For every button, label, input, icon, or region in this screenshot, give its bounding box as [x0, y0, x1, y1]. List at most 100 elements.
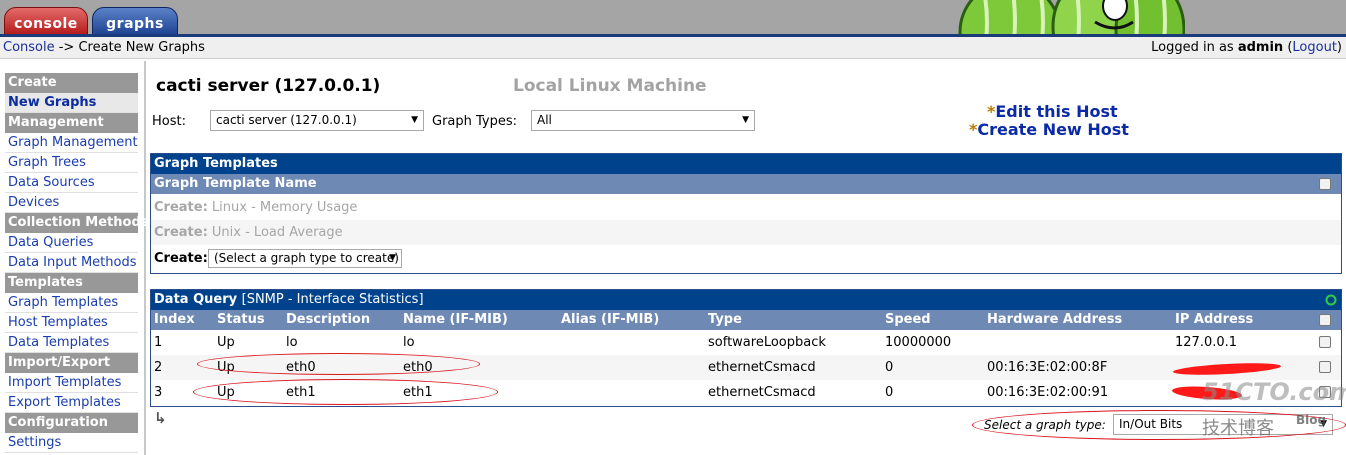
column-header[interactable]: Status: [217, 310, 265, 330]
graph-types-select[interactable]: All ▼: [531, 110, 755, 131]
column-header[interactable]: Description: [286, 310, 370, 330]
table-cell: 0: [885, 360, 894, 375]
table-cell: lo: [286, 335, 298, 350]
select-all-checkbox[interactable]: [1319, 314, 1331, 326]
sidebar: Create New Graphs Management Graph Manageme…: [0, 61, 149, 455]
sidebar-heading: Collection Methods: [5, 213, 149, 233]
table-cell: 0: [885, 385, 894, 400]
host-select[interactable]: cacti server (127.0.0.1) ▼: [210, 110, 424, 131]
table-cell: softwareLoopback: [708, 335, 826, 350]
column-header[interactable]: Alias (IF-MIB): [561, 310, 659, 330]
main-content: cacti server (127.0.0.1) Local Linux Mac…: [150, 61, 1346, 455]
sidebar-item-graph-trees[interactable]: Graph Trees: [5, 153, 138, 173]
graph-templates-table: Graph Templates Graph Template Name Crea…: [150, 153, 1342, 274]
sidebar-item-graph-management[interactable]: Graph Management: [5, 133, 138, 153]
breadcrumb-bar: Console -> Create New Graphs Logged in a…: [0, 37, 1346, 59]
breadcrumb-separator: ->: [54, 40, 79, 55]
host-label: Host:: [152, 114, 186, 129]
column-header[interactable]: Speed: [885, 310, 931, 330]
sidebar-item-settings[interactable]: Settings: [5, 433, 138, 453]
row-checkbox[interactable]: [1319, 361, 1331, 373]
watermark-blog: Blog: [1296, 413, 1327, 427]
host-title: cacti server (127.0.0.1): [156, 76, 381, 96]
column-header[interactable]: Name (IF-MIB): [403, 310, 508, 330]
column-header[interactable]: IP Address: [1175, 310, 1253, 330]
graph-type-create-select[interactable]: (Select a graph type to create) ▼: [208, 249, 402, 268]
login-user: admin: [1237, 40, 1284, 55]
data-query-name: [SNMP - Interface Statistics]: [241, 292, 424, 307]
graph-type-create-value: (Select a graph type to create): [214, 251, 399, 265]
sidebar-heading: Management: [5, 113, 138, 133]
sidebar-item-devices[interactable]: Devices: [5, 193, 138, 213]
row-checkbox[interactable]: [1319, 336, 1331, 348]
table-cell: lo: [403, 335, 415, 350]
sidebar-heading: Create: [5, 73, 138, 93]
host-description: Local Linux Machine: [513, 76, 707, 96]
graph-template-name-header: Graph Template Name: [151, 174, 1341, 194]
graph-template-row[interactable]: Create: Unix - Load Average: [151, 220, 1341, 245]
column-header[interactable]: Hardware Address: [987, 310, 1122, 330]
watermark-cn: 技术博客: [1202, 418, 1274, 439]
sidebar-item-data-input-methods[interactable]: Data Input Methods: [5, 253, 138, 273]
annotation-ellipse: [197, 353, 480, 375]
create-prefix: Create:: [154, 200, 208, 215]
breadcrumb-console-link[interactable]: Console: [3, 40, 55, 55]
sidebar-item-new-graphs[interactable]: New Graphs: [5, 93, 138, 113]
table-cell: 10000000: [885, 335, 952, 350]
select-all-checkbox[interactable]: [1319, 178, 1331, 190]
table-cell: 00:16:3E:02:00:91: [987, 385, 1109, 400]
sidebar-heading: Import/Export: [5, 353, 138, 373]
top-banner: console graphs: [0, 0, 1346, 37]
graph-template-name-label: Graph Template Name: [154, 176, 317, 191]
cactus-logo: [958, 0, 1185, 37]
graph-types-label: Graph Types:: [432, 114, 518, 129]
host-select-value: cacti server (127.0.0.1): [216, 113, 357, 127]
annotation-ellipse: [193, 379, 498, 405]
column-header[interactable]: Index: [154, 310, 195, 330]
logout-link[interactable]: Logout: [1292, 40, 1337, 55]
login-status: Logged in as admin (Logout): [1151, 37, 1342, 59]
table-cell: 3: [154, 385, 163, 400]
graph-templates-title: Graph Templates: [151, 154, 1341, 174]
graph-types-select-value: All: [537, 113, 552, 127]
login-paren-close: ): [1336, 40, 1342, 55]
data-query-label: Data Query: [154, 292, 238, 307]
table-cell: 1: [154, 335, 163, 350]
table-cell: Up: [217, 335, 235, 350]
sidebar-item-graph-templates[interactable]: Graph Templates: [5, 293, 138, 313]
table-cell: 127.0.0.1: [1175, 335, 1238, 350]
table-cell: 00:16:3E:02:00:8F: [987, 360, 1108, 375]
login-prefix: Logged in as: [1151, 40, 1238, 55]
annotation-ellipse: [972, 410, 1346, 440]
graph-template-name: Linux - Memory Usage: [211, 200, 358, 215]
create-host-link[interactable]: *Create New Host: [969, 120, 1129, 139]
edit-host-link[interactable]: *Edit this Host: [987, 102, 1118, 121]
edit-host-text: Edit this Host: [995, 102, 1118, 121]
table-cell: 2: [154, 360, 163, 375]
chevron-down-icon: ▼: [742, 115, 749, 125]
tab-graphs[interactable]: graphs: [92, 7, 178, 37]
corner-arrow-icon: ↳: [154, 409, 167, 427]
breadcrumb-current: Create New Graphs: [78, 40, 205, 55]
sidebar-item-host-templates[interactable]: Host Templates: [5, 313, 138, 333]
data-query-columns: Index Status Description Name (IF-MIB) Alias…: [151, 310, 1341, 330]
create-prefix: Create:: [154, 225, 208, 240]
sidebar-item-export-templates[interactable]: Export Templates: [5, 393, 138, 413]
refresh-icon[interactable]: [1325, 294, 1337, 306]
sidebar-item-data-queries[interactable]: Data Queries: [5, 233, 138, 253]
sidebar-item-data-sources[interactable]: Data Sources: [5, 173, 138, 193]
tab-console[interactable]: console: [4, 7, 88, 37]
sidebar-heading: Configuration: [5, 413, 138, 433]
sidebar-item-import-templates[interactable]: Import Templates: [5, 373, 138, 393]
column-header[interactable]: Type: [708, 310, 742, 330]
create-label: Create:: [154, 251, 208, 266]
chevron-down-icon: ▼: [389, 253, 396, 263]
graph-template-name: Unix - Load Average: [211, 225, 343, 240]
graph-template-row[interactable]: Create: Linux - Memory Usage: [151, 195, 1341, 220]
create-host-text: Create New Host: [977, 120, 1129, 139]
watermark-site: 51CTO.com: [1202, 378, 1346, 406]
sidebar-item-data-templates[interactable]: Data Templates: [5, 333, 138, 353]
sidebar-heading: Templates: [5, 273, 138, 293]
table-row[interactable]: 1 Up lo lo softwareLoopback 10000000 127.0.0.1: [151, 330, 1341, 355]
chevron-down-icon: ▼: [411, 115, 418, 125]
